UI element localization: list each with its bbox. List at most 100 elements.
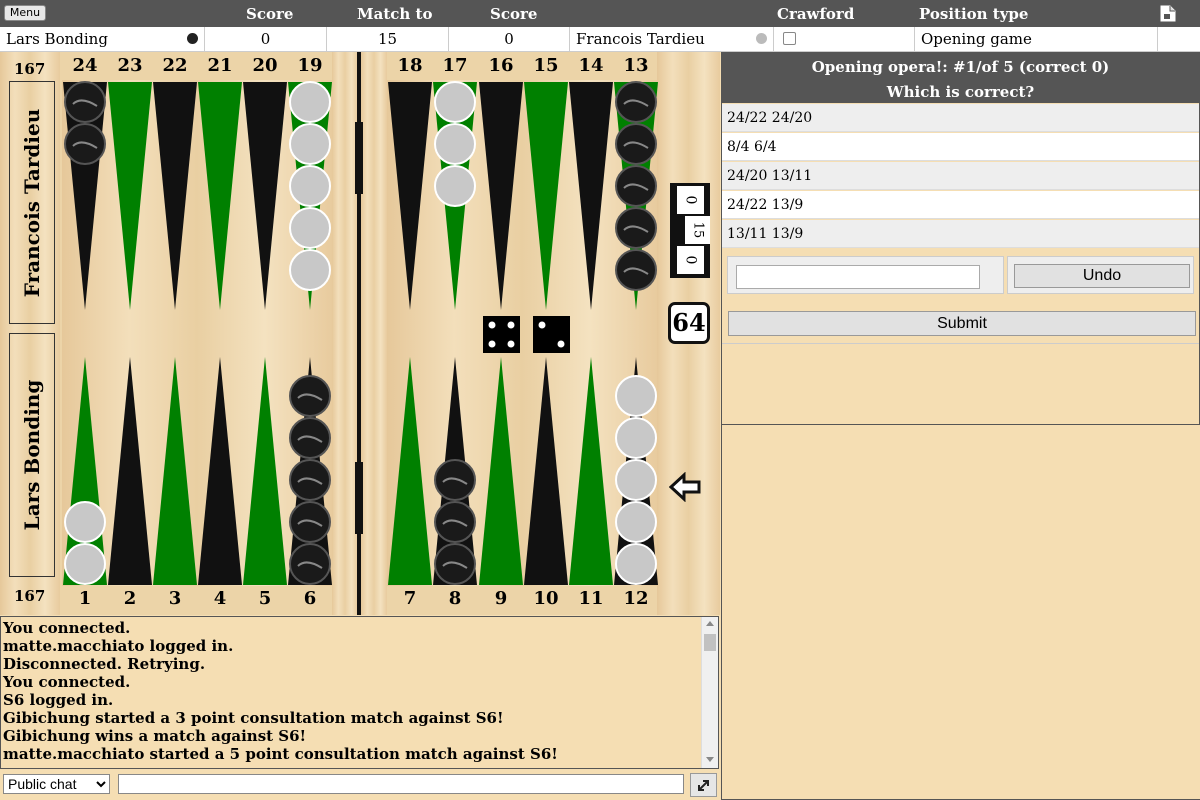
submit-button[interactable]: Submit (728, 311, 1196, 336)
board-point-top[interactable] (479, 82, 523, 310)
point-number-bottom: 5 (258, 588, 272, 609)
dark-checker[interactable] (434, 543, 476, 585)
match-score-strip: 0 15 0 (670, 183, 710, 278)
board-point-bottom[interactable] (479, 357, 523, 585)
dark-checker[interactable] (289, 459, 331, 501)
chat-line: Disconnected. Retrying. (3, 655, 206, 673)
point-number-bottom: 3 (168, 588, 182, 609)
score-header-2: Score (490, 5, 538, 23)
left-arrow-icon[interactable] (669, 472, 701, 502)
white-checker[interactable] (289, 123, 331, 165)
position-type-value: Opening game (915, 27, 1158, 51)
answer-input[interactable] (736, 265, 980, 289)
dark-checker[interactable] (615, 165, 657, 207)
chat-line: Gibichung started a 3 point consultation… (3, 709, 504, 727)
point-number-top: 23 (117, 55, 143, 76)
answer-input-cell (727, 256, 1004, 294)
document-icon[interactable] (1160, 5, 1176, 22)
board-point-top[interactable] (243, 82, 287, 310)
dark-checker[interactable] (289, 543, 331, 585)
white-checker[interactable] (615, 375, 657, 417)
quiz-question: Which is correct? (886, 83, 1035, 101)
dark-checker[interactable] (615, 81, 657, 123)
menu-button[interactable]: Menu (4, 5, 46, 21)
point-number-top: 18 (397, 55, 423, 76)
scroll-down-icon[interactable] (706, 757, 714, 762)
board-point-bottom[interactable] (243, 357, 287, 585)
board-point-top[interactable] (108, 82, 152, 310)
backgammon-board: 167 167 Francois Tardieu Lars Bonding 0 … (0, 52, 720, 615)
crawford-header: Crawford (777, 5, 855, 23)
die-four[interactable] (483, 316, 520, 353)
dark-checker[interactable] (289, 375, 331, 417)
player2-cell: Francois Tardieu (570, 27, 774, 51)
chat-input[interactable] (118, 774, 684, 794)
player1-cell: Lars Bonding (0, 27, 205, 51)
white-checker[interactable] (615, 543, 657, 585)
quiz-title: Opening opera!: #1/of 5 (correct 0) (811, 58, 1110, 76)
dark-checker[interactable] (615, 207, 657, 249)
match-info-row: Lars Bonding 0 15 0 Francois Tardieu Ope… (0, 27, 1200, 52)
dark-checker[interactable] (615, 249, 657, 291)
point-number-top: 14 (578, 55, 604, 76)
dark-checker[interactable] (289, 417, 331, 459)
chat-scrollbar[interactable] (701, 617, 718, 768)
expand-button[interactable] (690, 773, 717, 797)
board-point-bottom[interactable] (569, 357, 613, 585)
dark-checker[interactable] (615, 123, 657, 165)
scroll-up-icon[interactable] (706, 621, 714, 626)
white-checker[interactable] (615, 417, 657, 459)
white-checker[interactable] (289, 207, 331, 249)
white-checker[interactable] (289, 165, 331, 207)
scroll-thumb[interactable] (704, 634, 716, 651)
white-checker[interactable] (64, 543, 106, 585)
white-checker[interactable] (615, 459, 657, 501)
answer-option[interactable]: 24/22 24/20 (722, 104, 1199, 132)
die-two[interactable] (533, 316, 570, 353)
board-point-bottom[interactable] (108, 357, 152, 585)
point-number-top: 19 (297, 55, 323, 76)
white-checker[interactable] (434, 123, 476, 165)
point-number-top: 13 (623, 55, 649, 76)
point-number-top: 24 (72, 55, 98, 76)
right-lower-area (721, 425, 1200, 800)
point-number-bottom: 8 (448, 588, 462, 609)
dark-checker[interactable] (289, 501, 331, 543)
dark-checker[interactable] (64, 123, 106, 165)
answer-option[interactable]: 8/4 6/4 (722, 133, 1199, 161)
board-point-bottom[interactable] (198, 357, 242, 585)
chat-channel-select[interactable]: Public chat (3, 774, 110, 794)
board-point-top[interactable] (198, 82, 242, 310)
answer-option[interactable]: 24/22 13/9 (722, 191, 1199, 219)
doubling-cube[interactable]: 64 (668, 302, 710, 344)
undo-button[interactable]: Undo (1014, 264, 1190, 288)
chat-log[interactable]: You connected. matte.macchiato logged in.… (0, 616, 719, 769)
white-checker[interactable] (434, 165, 476, 207)
board-point-bottom[interactable] (524, 357, 568, 585)
board-point-bottom[interactable] (153, 357, 197, 585)
score-strip-bottom: 0 (677, 246, 704, 274)
board-point-top[interactable] (524, 82, 568, 310)
crawford-checkbox[interactable] (783, 32, 796, 45)
board-point-bottom[interactable] (388, 357, 432, 585)
board-point-top[interactable] (153, 82, 197, 310)
dark-checker[interactable] (434, 501, 476, 543)
white-checker[interactable] (64, 501, 106, 543)
board-point-top[interactable] (388, 82, 432, 310)
white-checker[interactable] (615, 501, 657, 543)
point-number-bottom: 2 (123, 588, 137, 609)
dark-checker[interactable] (434, 459, 476, 501)
chat-line: Gibichung wins a match against S6! (3, 727, 307, 745)
point-number-bottom: 11 (578, 588, 604, 609)
answer-option[interactable]: 24/20 13/11 (722, 162, 1199, 190)
answer-option[interactable]: 13/11 13/9 (722, 220, 1199, 248)
chat-line: You connected. (3, 619, 131, 637)
board-point-top[interactable] (569, 82, 613, 310)
white-checker[interactable] (289, 81, 331, 123)
dark-checker[interactable] (64, 81, 106, 123)
white-checker[interactable] (289, 249, 331, 291)
chat-line: S6 logged in. (3, 691, 114, 709)
top-player-label: Francois Tardieu (9, 81, 55, 324)
chat-line: matte.macchiato started a 5 point consul… (3, 745, 558, 763)
white-checker[interactable] (434, 81, 476, 123)
